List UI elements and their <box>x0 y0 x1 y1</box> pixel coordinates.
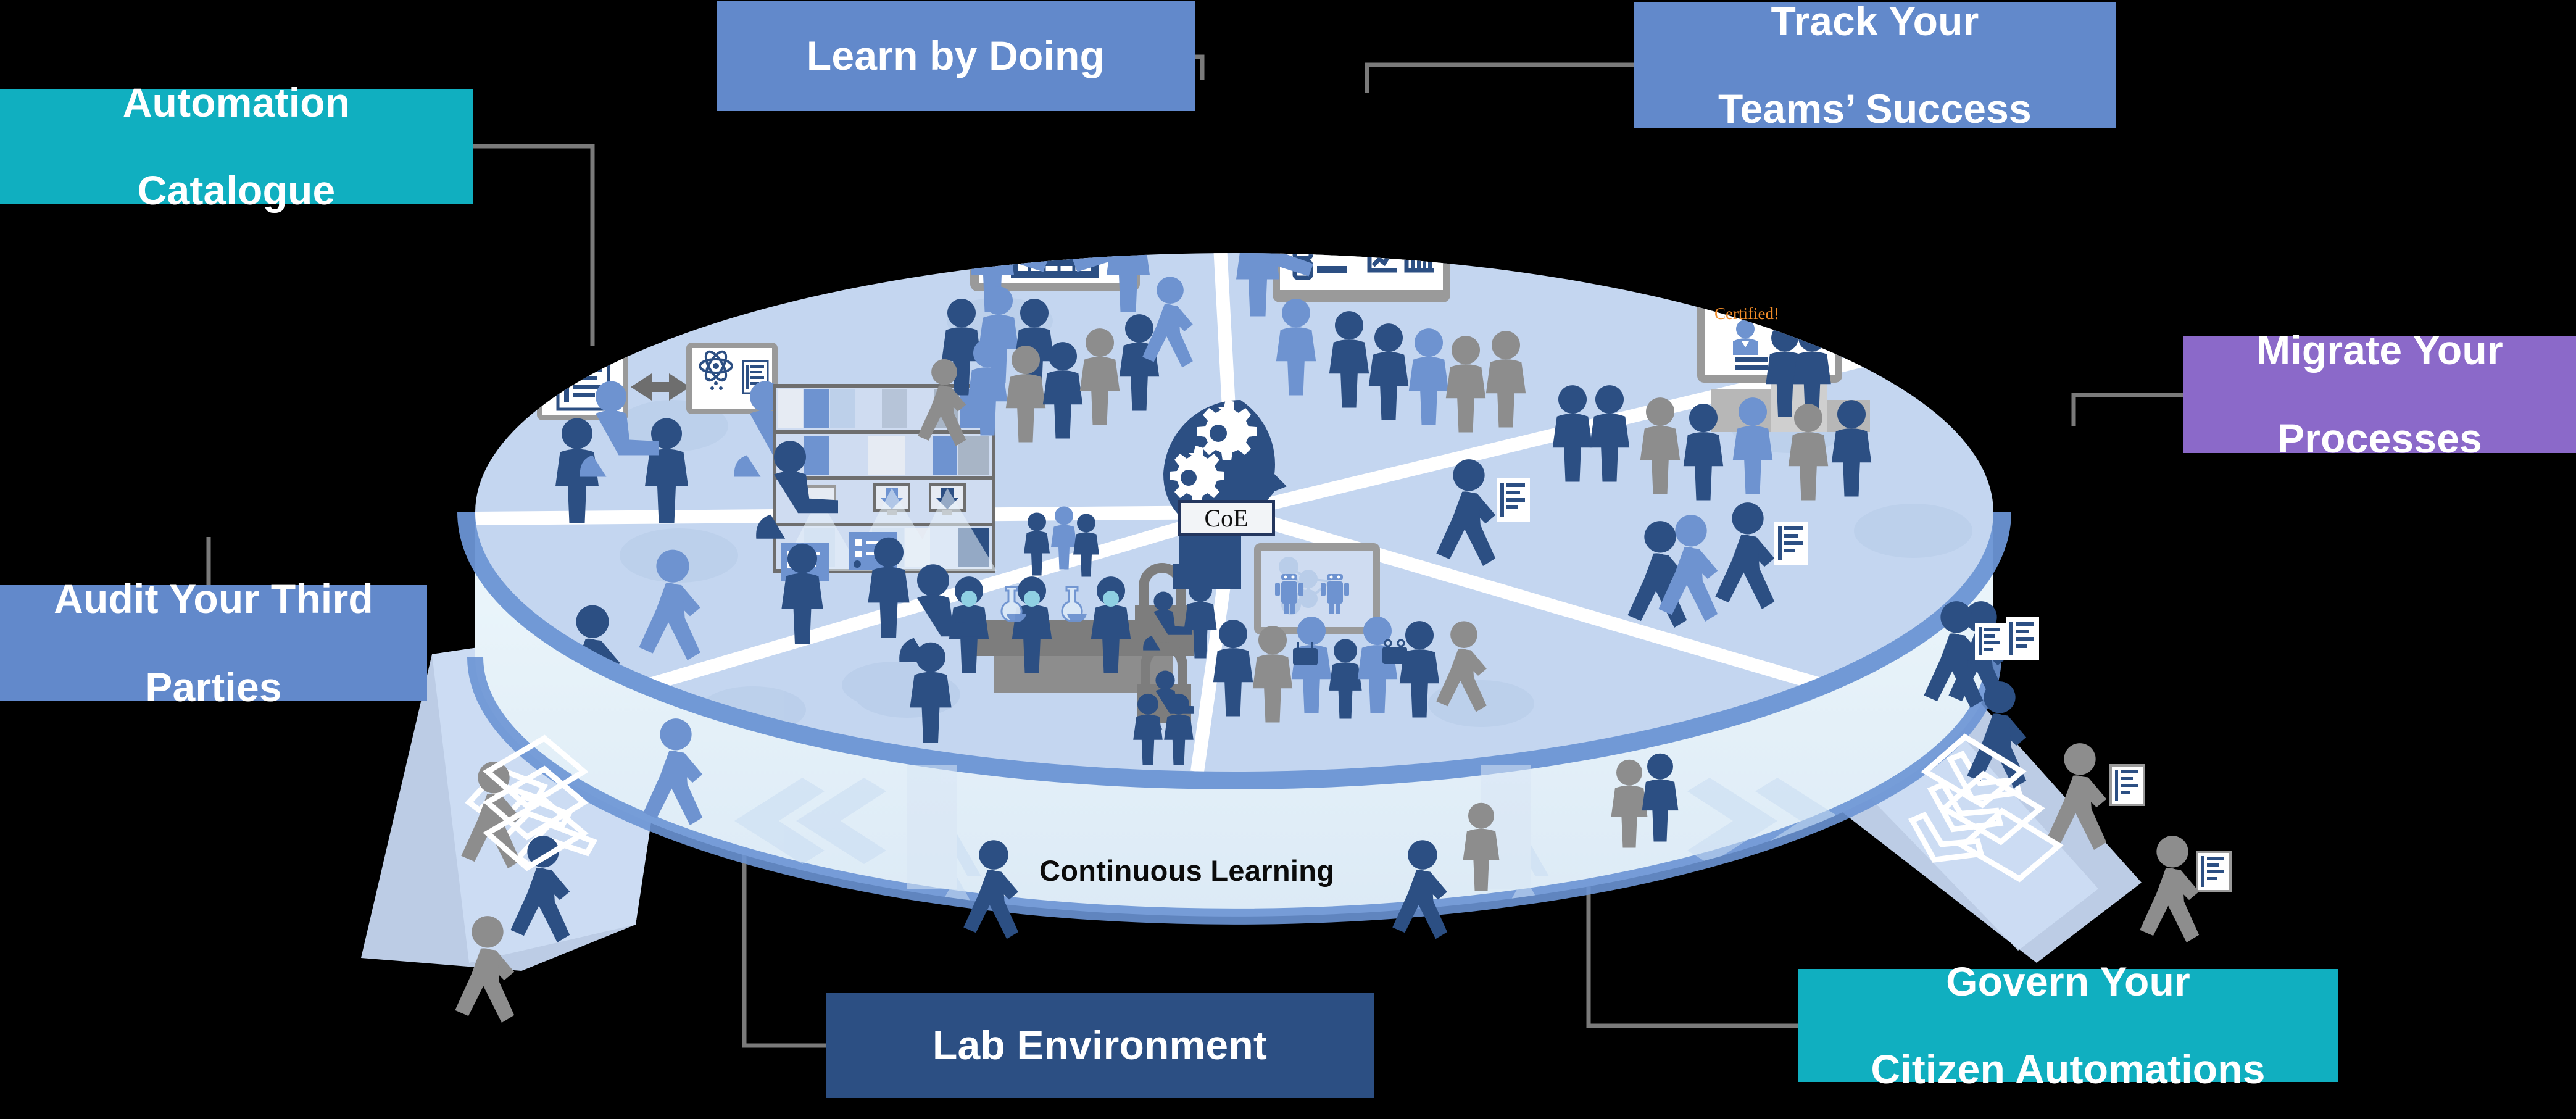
callout-audit-third-parties[interactable]: Audit Your Third Parties <box>0 576 427 709</box>
callout-migrate-processes[interactable]: Migrate Your Processes <box>2183 328 2576 460</box>
continuous-learning-label: Continuous Learning <box>1039 854 1335 887</box>
callout-line-2: Teams’ Success <box>1718 86 2032 132</box>
callout-line-1: Audit Your Third <box>54 576 373 622</box>
callout-line-1: Migrate Your <box>2256 327 2503 373</box>
callout-line-2: Parties <box>145 663 282 710</box>
process-doc-icon-2 <box>1774 522 1808 565</box>
process-doc-icon <box>1497 478 1530 522</box>
process-doc-icon-3 <box>2006 617 2039 660</box>
callout-line-1: Automation <box>122 79 351 125</box>
callout-line-2: Catalogue <box>137 167 336 214</box>
callout-line-1: Learn by Doing <box>806 33 1105 79</box>
coe-label: CoE <box>1204 504 1249 532</box>
callout-learn-by-doing[interactable]: Learn by Doing <box>717 1 1195 111</box>
coe-center-badge: CoE <box>1178 500 1275 536</box>
callout-line-2: Processes <box>2277 415 2483 461</box>
process-doc-icon-6 <box>1975 623 2006 660</box>
callout-line-1: Lab Environment <box>932 1022 1268 1068</box>
certified-caption: Certified! <box>1714 304 1779 323</box>
callout-lab-environment[interactable]: Lab Environment <box>826 993 1374 1098</box>
process-doc-icon-5 <box>2196 851 2232 892</box>
infographic-canvas: Automation Catalogue Learn by Doing Trac… <box>0 0 2576 1119</box>
process-doc-icon-4 <box>2109 764 2145 806</box>
callout-automation-catalogue[interactable]: Automation Catalogue <box>0 80 473 212</box>
callout-line-2: Citizen Automations <box>1871 1046 2266 1092</box>
callout-line-1: Govern Your <box>1946 958 2190 1004</box>
callout-line-1: Track Your <box>1771 0 1979 44</box>
callout-govern-citizen-automations[interactable]: Govern Your Citizen Automations <box>1798 959 2338 1091</box>
callout-track-teams-success[interactable]: Track Your Teams’ Success <box>1634 0 2116 132</box>
